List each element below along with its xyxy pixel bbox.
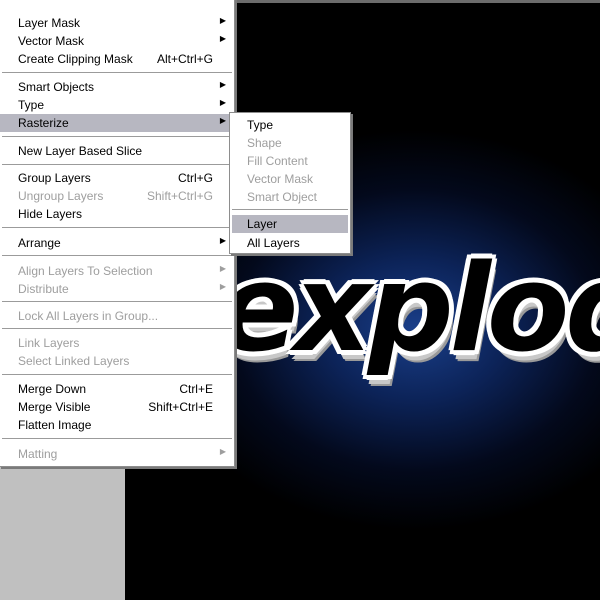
menu-item-merge-down[interactable]: Merge Down Ctrl+E — [0, 380, 234, 398]
menu-item-label: Hide Layers — [18, 207, 83, 221]
menu-item-distribute[interactable]: Distribute ▶ — [0, 280, 234, 298]
menu-separator — [2, 438, 232, 440]
menu-item-label: Flatten Image — [18, 418, 92, 432]
submenu-item-all-layers[interactable]: All Layers — [230, 234, 350, 252]
menu-item-hide-layers[interactable]: Hide Layers — [0, 205, 234, 223]
menu-item-label: Smart Objects — [18, 80, 95, 94]
submenu-item-vector-mask[interactable]: Vector Mask — [230, 170, 350, 188]
submenu-item-shape[interactable]: Shape — [230, 134, 350, 152]
menu-item-label: Merge Visible — [18, 400, 91, 414]
submenu-arrow-icon: ▶ — [219, 447, 226, 456]
submenu-item-smart-object[interactable]: Smart Object — [230, 188, 350, 206]
menu-item-label: Merge Down — [18, 382, 87, 396]
menu-item-ungroup-layers[interactable]: Ungroup Layers Shift+Ctrl+G — [0, 187, 234, 205]
menu-item-label: Vector Mask — [247, 172, 314, 186]
menu-item-label: Layer — [247, 217, 278, 231]
menu-item-matting[interactable]: Matting ▶ — [0, 445, 234, 463]
menu-item-label: Rasterize — [18, 116, 69, 130]
menu-item-shortcut: Shift+Ctrl+E — [148, 400, 213, 414]
menu-item-label: Vector Mask — [18, 34, 85, 48]
submenu-arrow-icon: ▶ — [219, 98, 226, 107]
menu-item-label: Layer Mask — [18, 16, 81, 30]
menu-item-label: Matting — [18, 447, 58, 461]
submenu-arrow-icon: ▶ — [219, 236, 226, 245]
menu-item-label: Type — [18, 98, 45, 112]
rasterize-submenu: Type Shape Fill Content Vector Mask Smar… — [229, 112, 351, 254]
menu-item-group-layers[interactable]: Group Layers Ctrl+G — [0, 169, 234, 187]
menu-item-create-clipping-mask[interactable]: Create Clipping Mask Alt+Ctrl+G — [0, 50, 234, 68]
submenu-item-layer[interactable]: Layer — [232, 215, 348, 233]
menu-item-shortcut: Alt+Ctrl+G — [156, 52, 213, 66]
menu-item-smart-objects[interactable]: Smart Objects ▶ — [0, 78, 234, 96]
submenu-arrow-icon: ▶ — [219, 264, 226, 273]
submenu-arrow-icon: ▶ — [219, 116, 226, 125]
menu-item-label: Align Layers To Selection — [18, 264, 153, 278]
menu-separator — [2, 374, 232, 376]
menu-item-label: Distribute — [18, 282, 69, 296]
submenu-arrow-icon: ▶ — [219, 282, 226, 291]
menu-item-label: Smart Object — [247, 190, 318, 204]
menu-item-lock-all-layers-in-group[interactable]: Lock All Layers in Group... — [0, 307, 234, 325]
layer-menu: Layer Mask ▶ Vector Mask ▶ Create Clippi… — [0, 0, 235, 467]
menu-separator — [2, 227, 232, 229]
menu-separator — [2, 328, 232, 330]
submenu-arrow-icon: ▶ — [219, 16, 226, 25]
menu-item-link-layers[interactable]: Link Layers — [0, 334, 234, 352]
menu-item-new-layer-based-slice[interactable]: New Layer Based Slice — [0, 142, 234, 160]
menu-separator — [2, 72, 232, 74]
menu-item-layer-mask[interactable]: Layer Mask ▶ — [0, 14, 234, 32]
menu-item-label: Ungroup Layers — [18, 189, 104, 203]
menu-item-label: Arrange — [18, 236, 61, 250]
menu-separator — [2, 164, 232, 166]
menu-separator — [2, 136, 232, 138]
canvas-art-text: explod — [217, 240, 600, 379]
menu-item-label: Shape — [247, 136, 282, 150]
menu-item-label: Create Clipping Mask — [18, 52, 133, 66]
menu-item-label: New Layer Based Slice — [18, 144, 143, 158]
submenu-arrow-icon: ▶ — [219, 34, 226, 43]
menu-separator — [232, 209, 348, 211]
menu-item-label: Type — [247, 118, 274, 132]
menu-item-type[interactable]: Type ▶ — [0, 96, 234, 114]
menu-item-rasterize[interactable]: Rasterize ▶ — [0, 114, 234, 132]
menu-separator — [2, 255, 232, 257]
menu-item-label: Group Layers — [18, 171, 91, 185]
menu-item-flatten-image[interactable]: Flatten Image — [0, 416, 234, 434]
menu-item-shortcut: Ctrl+E — [179, 382, 213, 396]
menu-item-select-linked-layers[interactable]: Select Linked Layers — [0, 352, 234, 370]
menu-item-shortcut: Shift+Ctrl+G — [146, 189, 213, 203]
submenu-item-fill-content[interactable]: Fill Content — [230, 152, 350, 170]
submenu-arrow-icon: ▶ — [219, 80, 226, 89]
menu-item-label: Link Layers — [18, 336, 80, 350]
submenu-item-type[interactable]: Type — [230, 116, 350, 134]
menu-item-label: Fill Content — [247, 154, 308, 168]
menu-item-shortcut: Ctrl+G — [177, 171, 213, 185]
menu-item-label: Lock All Layers in Group... — [18, 309, 159, 323]
menu-item-arrange[interactable]: Arrange ▶ — [0, 234, 234, 252]
menu-item-label: All Layers — [247, 236, 300, 250]
menu-separator — [2, 301, 232, 303]
menu-item-vector-mask[interactable]: Vector Mask ▶ — [0, 32, 234, 50]
menu-item-align-layers-to-selection[interactable]: Align Layers To Selection ▶ — [0, 262, 234, 280]
menu-item-label: Select Linked Layers — [18, 354, 130, 368]
menu-item-merge-visible[interactable]: Merge Visible Shift+Ctrl+E — [0, 398, 234, 416]
